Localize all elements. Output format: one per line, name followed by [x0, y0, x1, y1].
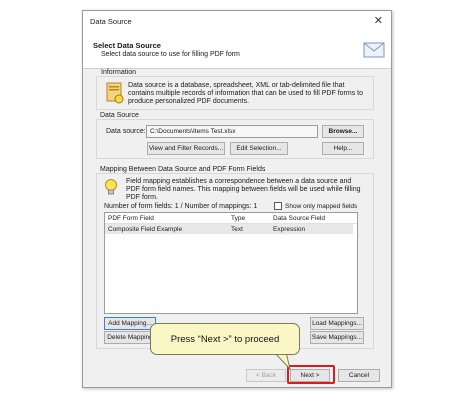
load-mappings-button[interactable]: Load Mappings...	[310, 317, 364, 330]
row-data-source-field: Expression	[273, 226, 306, 233]
data-source-field-label: Data source:	[106, 128, 146, 135]
lightbulb-icon	[105, 179, 117, 195]
cancel-button[interactable]: Cancel	[338, 369, 380, 382]
next-button-highlight	[287, 365, 335, 384]
header-title: Select Data Source	[93, 41, 161, 50]
view-filter-records-button[interactable]: View and Filter Records...	[147, 142, 225, 155]
close-icon[interactable]: ✕	[374, 14, 383, 27]
header-subtitle: Select data source to use for filling PD…	[101, 51, 240, 58]
title-bar: Data Source ✕	[83, 11, 391, 31]
window-title: Data Source	[90, 17, 132, 26]
mapping-text: Field mapping establishes a corresponden…	[126, 178, 361, 201]
delete-mapping-button[interactable]: Delete Mapping	[104, 331, 156, 344]
mapping-table[interactable]: PDF Form Field Type Data Source Field Co…	[104, 212, 358, 314]
back-button[interactable]: < Back	[246, 369, 286, 382]
mapping-label: Mapping Between Data Source and PDF Form…	[100, 166, 266, 173]
instruction-callout: Press “Next >” to proceed	[150, 323, 300, 355]
data-source-label: Data Source	[100, 112, 139, 119]
show-only-mapped-checkbox[interactable]	[274, 202, 282, 210]
row-pdf-form-field: Composite Field Example	[108, 226, 183, 233]
table-header: PDF Form Field Type Data Source Field	[105, 213, 357, 224]
help-button[interactable]: Help...	[322, 142, 364, 155]
mapping-counts: Number of form fields: 1 / Number of map…	[104, 203, 258, 210]
column-header-pdf-form-field[interactable]: PDF Form Field	[108, 215, 154, 222]
data-source-field[interactable]: C:\Documents\Items Test.xlsx	[146, 125, 318, 138]
show-only-mapped-label[interactable]: Show only mapped fields	[285, 203, 357, 210]
wizard-header: Select Data Source Select data source to…	[83, 31, 391, 69]
column-header-data-source-field[interactable]: Data Source Field	[273, 215, 325, 222]
save-mappings-button[interactable]: Save Mappings...	[310, 331, 364, 344]
column-header-type[interactable]: Type	[231, 215, 245, 222]
document-info-icon	[106, 82, 124, 104]
envelope-icon	[363, 42, 385, 58]
information-label: Information	[100, 69, 138, 76]
edit-selection-button[interactable]: Edit Selection...	[230, 142, 288, 155]
browse-button[interactable]: Browse...	[322, 125, 364, 138]
row-type: Text	[231, 226, 243, 233]
information-text: Data source is a database, spreadsheet, …	[128, 82, 363, 105]
add-mapping-button[interactable]: Add Mapping...	[104, 317, 156, 330]
